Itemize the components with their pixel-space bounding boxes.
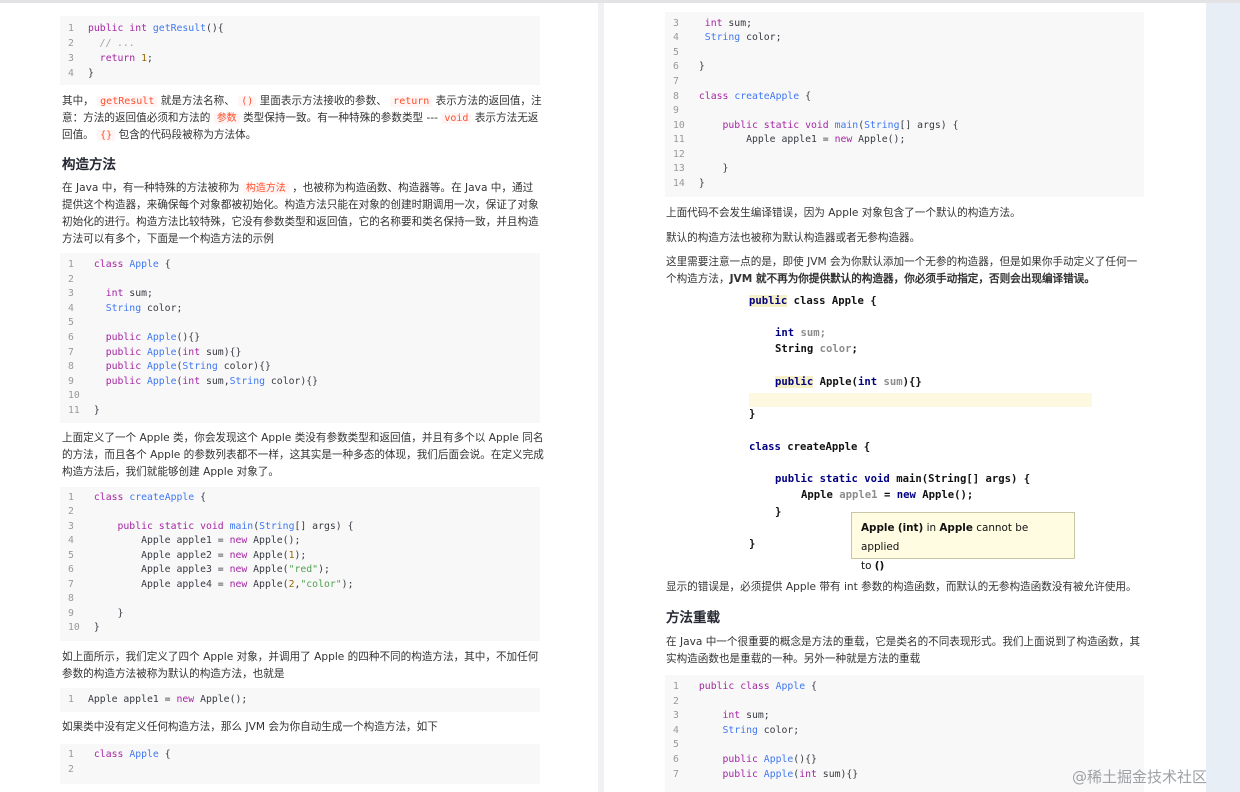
- code-line: 11 Apple apple1 = new Apple();: [673, 134, 906, 145]
- code-line: 7 public Apple(int sum){}: [673, 769, 859, 780]
- left-page: 1 public int getResult(){ 2 // ... 3 retu…: [0, 3, 598, 792]
- code-line: 10 public static void main(String[] args…: [673, 120, 959, 131]
- paragraph-attention: 这里需要注意一点的是，即使 JVM 会为你默认添加一个无参的构造器，但是如果你手…: [666, 256, 1138, 285]
- code-line: 5: [673, 739, 679, 750]
- code-line: 7 public Apple(int sum){}: [68, 347, 242, 358]
- code-block-default-ctor: 1 Apple apple1 = new Apple();: [60, 688, 540, 712]
- code-line: 10 }: [68, 622, 100, 633]
- code-line: 9: [673, 105, 679, 116]
- code-line: 11 }: [68, 405, 100, 416]
- code-line: 2 // ...: [68, 38, 136, 49]
- heading-constructor: 构造方法: [62, 157, 116, 173]
- code-line: 13 }: [673, 163, 729, 174]
- paragraph-constructor-intro: 在 Java 中，有一种特殊的方法被称为 构造方法 ，也被称为构造函数、构造器等…: [62, 182, 539, 245]
- code-block-create-apple: 1 class createApple { 2 3 public static …: [60, 487, 540, 641]
- paragraph-error-explained: 显示的错误是，必须提供 Apple 带有 int 参数的构造函数，而默认的无参构…: [666, 581, 1137, 593]
- code-line: 5 Apple apple2 = new Apple(1);: [68, 550, 307, 561]
- ide-line-highlight: [749, 393, 1092, 407]
- code-line: 4 String color;: [673, 32, 782, 43]
- paragraph-default-ctor: 默认的构造方法也被称为默认构造器或者无参构造器。: [666, 232, 921, 244]
- paragraph-no-error: 上面代码不会发生编译错误，因为 Apple 对象包含了一个默认的构造方法。: [666, 207, 1021, 219]
- code-line: 6 public Apple(){}: [673, 754, 817, 765]
- code-line: 8 public Apple(String color){}: [68, 361, 271, 372]
- code-line: 5: [68, 317, 74, 328]
- code-line: 6 }: [673, 61, 705, 72]
- code-line: 1 public int getResult(){: [68, 23, 224, 34]
- paragraph-jvm-auto: 如果类中没有定义任何构造方法，那么 JVM 会为你自动生成一个构造方法，如下: [62, 721, 438, 733]
- code-line: 3 int sum;: [673, 710, 770, 721]
- right-edge-panel: [1206, 3, 1240, 792]
- code-line: 9 public Apple(int sum,String color){}: [68, 376, 319, 387]
- code-line: 10: [68, 390, 80, 401]
- paragraph-method-parts: 其中， getResult 就是方法名称、 () 里面表示方法接收的参数、 re…: [62, 95, 542, 141]
- code-line: 6 Apple apple3 = new Apple("red");: [68, 564, 330, 575]
- code-line: 12: [673, 149, 685, 160]
- code-line: 7 Apple apple4 = new Apple(2,"color");: [68, 579, 354, 590]
- ide-line: }: [775, 506, 782, 518]
- ide-line: public Apple(int sum){}: [775, 376, 922, 388]
- ide-line: public static void main(String[] args) {: [775, 473, 1031, 485]
- code-line: 4 String color;: [673, 725, 800, 736]
- code-line: 2: [68, 506, 74, 517]
- code-line: 1 class createApple {: [68, 492, 206, 503]
- paragraph-apple-class: 上面定义了一个 Apple 类，你会发现这个 Apple 类没有参数类型和返回值…: [62, 432, 544, 478]
- code-line: 3 int sum;: [673, 18, 752, 29]
- code-block-apple-constructors: 1 class Apple { 2 3 int sum; 4 String co…: [60, 253, 540, 423]
- code-line: 6 public Apple(){}: [68, 332, 201, 343]
- code-line: 9 }: [68, 608, 124, 619]
- code-line: 1 Apple apple1 = new Apple();: [68, 694, 248, 705]
- code-line: 2: [68, 274, 74, 285]
- ide-line: }: [749, 408, 756, 420]
- code-block-create-apple-default: 3 int sum; 4 String color; 5 6 } 7 8 cla…: [665, 12, 1144, 197]
- code-block-apple-auto: 1 class Apple { 2: [60, 744, 540, 784]
- code-line: 4 Apple apple1 = new Apple();: [68, 535, 301, 546]
- code-line: 2: [68, 764, 74, 775]
- heading-overload: 方法重载: [666, 610, 720, 626]
- ide-line: int sum;: [775, 327, 827, 339]
- code-line: 8: [68, 593, 74, 604]
- code-line: 2: [673, 696, 679, 707]
- error-tooltip: Apple (int) in Apple cannot be applied t…: [851, 512, 1075, 572]
- code-block-getresult: 1 public int getResult(){ 2 // ... 3 retu…: [60, 16, 540, 85]
- ide-line: Apple apple1 = new Apple();: [801, 489, 974, 501]
- watermark: @稀土掘金技术社区: [1072, 768, 1208, 786]
- code-line: 14 }: [673, 178, 705, 189]
- code-line: 1 public class Apple {: [673, 681, 817, 692]
- ide-line: public class Apple {: [749, 295, 877, 307]
- ide-line: class createApple {: [749, 441, 871, 453]
- ide-line: }: [749, 538, 756, 550]
- code-line: 3 public static void main(String[] args)…: [68, 521, 354, 532]
- code-line: 3 return 1;: [68, 53, 153, 64]
- paragraph-four-objects: 如上面所示，我们定义了四个 Apple 对象，并调用了 Apple 的四种不同的…: [62, 651, 539, 680]
- ide-line: String color;: [775, 343, 858, 355]
- code-line: 4}: [68, 68, 94, 79]
- code-line: 1 class Apple {: [68, 259, 171, 270]
- code-line: 1 class Apple {: [68, 749, 171, 760]
- paragraph-overload-intro: 在 Java 中一个很重要的概念是方法的重载，它是类名的不同表现形式。我们上面说…: [666, 636, 1141, 665]
- code-line: 5: [673, 47, 679, 58]
- code-line: 4 String color;: [68, 303, 183, 314]
- code-line: 8 class createApple {: [673, 91, 811, 102]
- code-line: 7: [673, 76, 679, 87]
- code-line: 3 int sum;: [68, 288, 153, 299]
